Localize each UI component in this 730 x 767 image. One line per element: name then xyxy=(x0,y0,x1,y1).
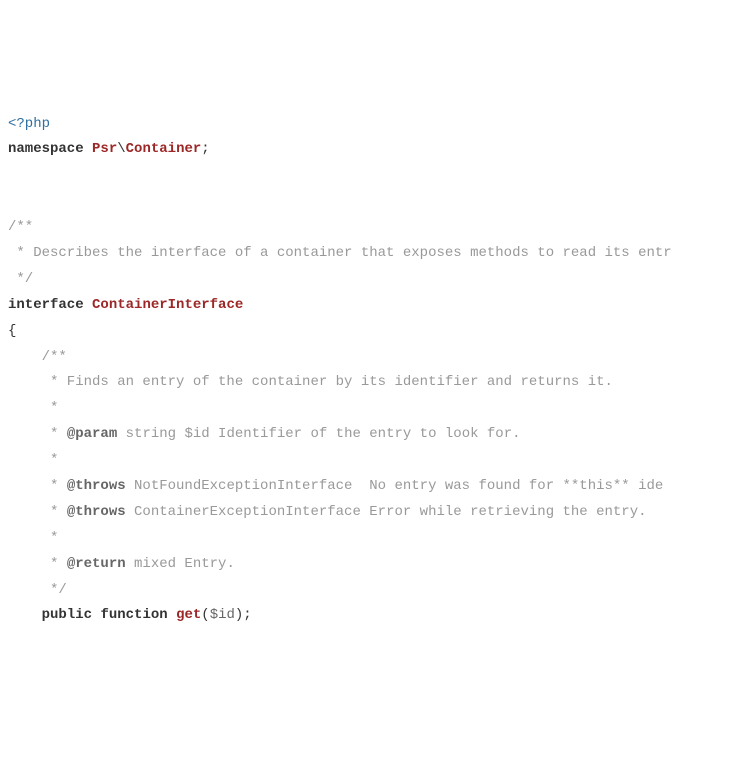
keyword-namespace: namespace xyxy=(8,141,84,157)
keyword-function: function xyxy=(100,607,167,623)
docblock2-close: */ xyxy=(8,582,67,598)
docblock2-open: /** xyxy=(8,349,67,365)
function-get: get xyxy=(176,607,201,623)
keyword-interface: interface xyxy=(8,297,84,313)
semicolon: ; xyxy=(201,141,209,157)
ns-separator: \ xyxy=(117,141,125,157)
namespace-container: Container xyxy=(126,141,202,157)
code-block: <?php namespace Psr\Container; /** * Des… xyxy=(8,112,722,630)
docblock2-throws1-pre: * xyxy=(8,478,67,494)
keyword-public: public xyxy=(42,607,92,623)
docblock2-blank2: * xyxy=(8,452,58,468)
tag-param: @param xyxy=(67,426,117,442)
var-id: $id xyxy=(210,607,235,623)
method-indent xyxy=(8,607,42,623)
namespace-psr: Psr xyxy=(92,141,117,157)
docblock2-blank1: * xyxy=(8,400,58,416)
docblock2-return-pre: * xyxy=(8,556,67,572)
paren-open: ( xyxy=(201,607,209,623)
docblock1-desc: * Describes the interface of a container… xyxy=(8,245,672,261)
class-name: ContainerInterface xyxy=(92,297,243,313)
docblock2-throws2-post: ContainerExceptionInterface Error while … xyxy=(126,504,647,520)
docblock2-desc: * Finds an entry of the container by its… xyxy=(8,374,613,390)
brace-open: { xyxy=(8,323,16,339)
docblock2-param-pre: * xyxy=(8,426,67,442)
docblock1-close: */ xyxy=(8,271,33,287)
docblock2-blank3: * xyxy=(8,530,58,546)
docblock2-throws1-post: NotFoundExceptionInterface No entry was … xyxy=(126,478,664,494)
tag-throws-2: @throws xyxy=(67,504,126,520)
docblock2-throws2-pre: * xyxy=(8,504,67,520)
docblock2-return-post: mixed Entry. xyxy=(126,556,235,572)
tag-throws-1: @throws xyxy=(67,478,126,494)
php-open-tag: <?php xyxy=(8,116,50,132)
docblock2-param-post: string $id Identifier of the entry to lo… xyxy=(117,426,520,442)
docblock1-open: /** xyxy=(8,219,33,235)
tag-return: @return xyxy=(67,556,126,572)
paren-close-semi: ); xyxy=(235,607,252,623)
